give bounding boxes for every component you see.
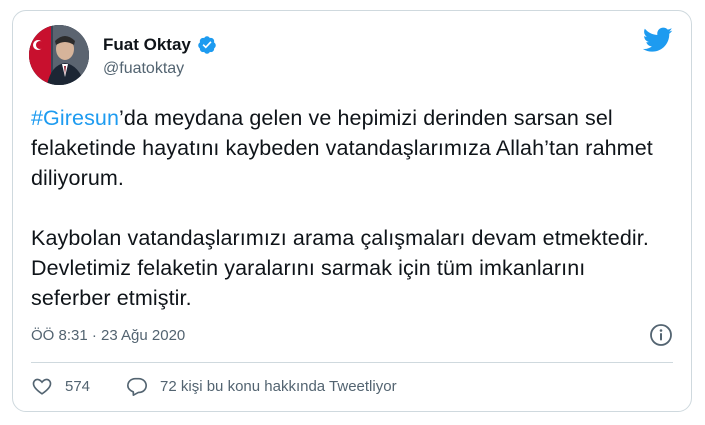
tweet-meta: ÖÖ 8:31 · 23 Ağu 2020 <box>31 327 185 344</box>
like-button[interactable]: 574 <box>31 375 90 397</box>
paragraph-1-text: ’da meydana gelen ve hepimizi derinden s… <box>31 106 653 190</box>
verified-badge-icon <box>198 36 216 54</box>
tweet-card: Fuat Oktay @fuatoktay #Giresun’da meydan… <box>12 10 692 412</box>
reply-text: 72 kişi bu konu hakkında Tweetliyor <box>160 377 397 395</box>
info-icon[interactable] <box>649 323 673 347</box>
tweet-text: #Giresun’da meydana gelen ve hepimizi de… <box>31 103 671 313</box>
hashtag-link[interactable]: #Giresun <box>31 106 119 130</box>
twitter-bird-icon[interactable] <box>643 27 673 53</box>
author-row: Fuat Oktay <box>103 35 217 55</box>
like-count: 574 <box>65 377 91 395</box>
tweet-paragraph-2: Kaybolan vatandaşlarımızı arama çalışmal… <box>31 226 649 310</box>
avatar[interactable] <box>29 25 89 85</box>
divider <box>31 362 673 363</box>
author-name[interactable]: Fuat Oktay <box>103 35 191 55</box>
tweet-paragraph-1: #Giresun’da meydana gelen ve hepimizi de… <box>31 103 671 193</box>
heart-icon <box>32 378 52 395</box>
reply-button[interactable]: 72 kişi bu konu hakkında Tweetliyor <box>126 375 397 397</box>
avatar-image <box>29 25 89 85</box>
timestamp-link[interactable]: ÖÖ 8:31 · 23 Ağu 2020 <box>31 327 185 344</box>
action-bar: 574 72 kişi bu konu hakkında Tweetliyor <box>31 375 397 397</box>
speech-bubble-icon <box>127 377 148 396</box>
author-handle[interactable]: @fuatoktay <box>103 60 184 78</box>
